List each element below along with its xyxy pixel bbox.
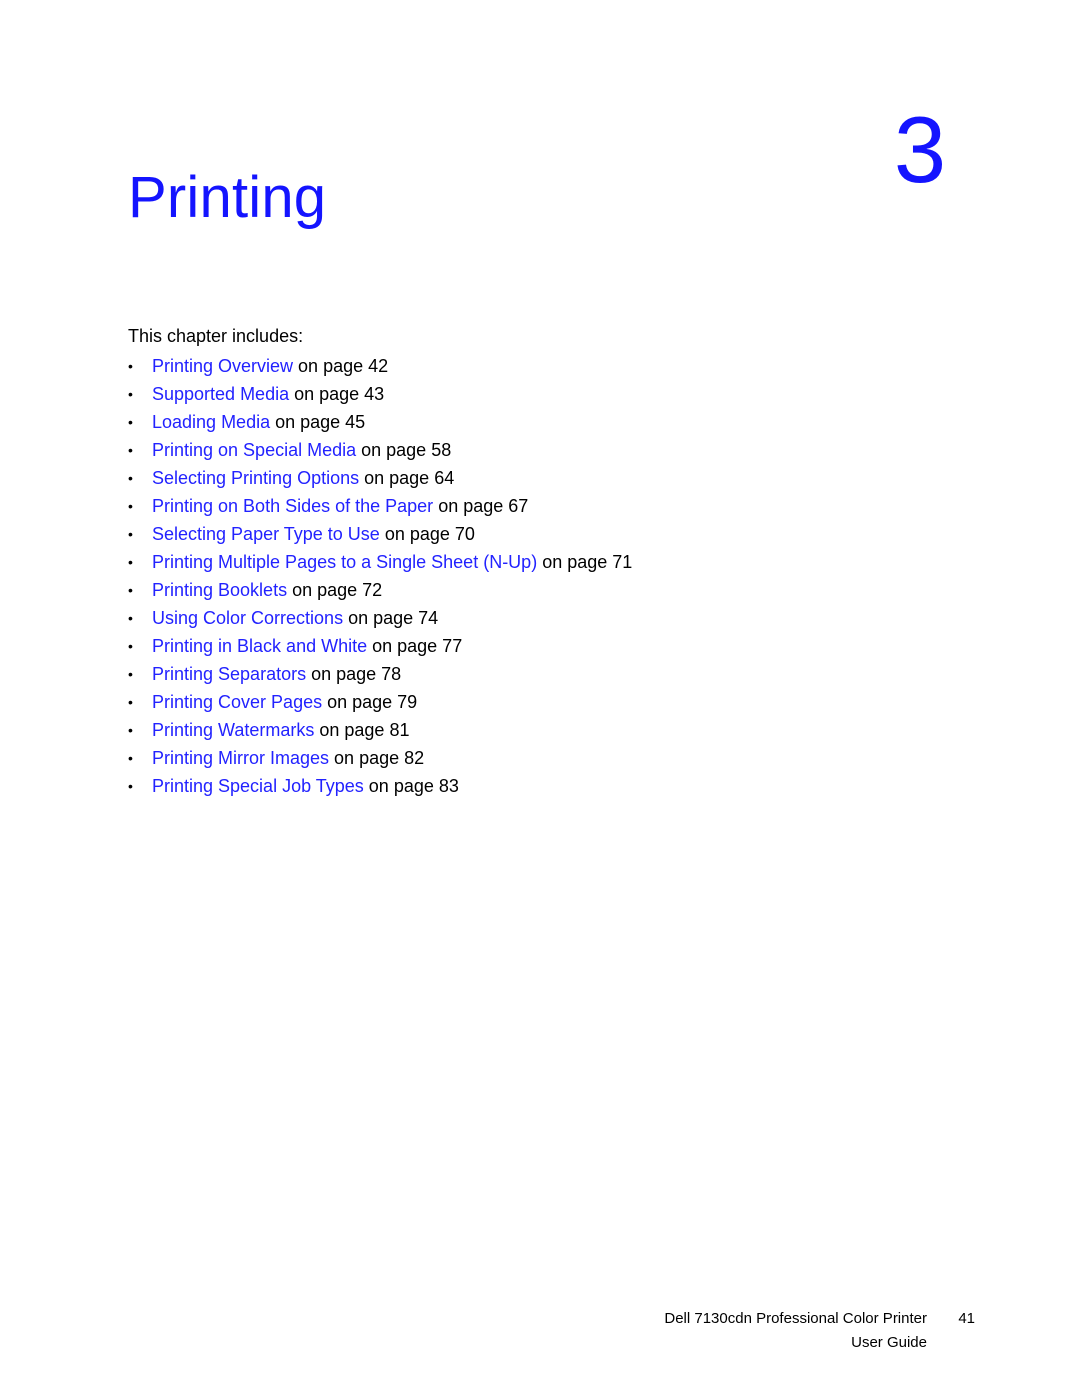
toc-link[interactable]: Printing Mirror Images [152,748,329,768]
toc-link[interactable]: Printing Cover Pages [152,692,322,712]
document-page: Printing 3 This chapter includes: • Prin… [0,0,1080,1397]
chapter-header: Printing 3 [128,100,975,250]
toc-link[interactable]: Printing Booklets [152,580,287,600]
chapter-contents-list: • Printing Overview on page 42 • Support… [128,352,948,800]
toc-page-ref: on page 43 [289,384,385,404]
toc-link[interactable]: Printing Watermarks [152,720,314,740]
toc-page-ref: on page 42 [293,356,389,376]
toc-page-ref: on page 82 [329,748,425,768]
footer-product-line: Dell 7130cdn Professional Color Printer 4… [455,1307,975,1331]
bullet-icon: • [128,442,133,458]
bullet-icon: • [128,666,133,682]
list-item: • Printing on Both Sides of the Paper on… [128,492,948,520]
list-item: • Printing Multiple Pages to a Single Sh… [128,548,948,576]
toc-page-ref: on page 58 [356,440,452,460]
footer-page-number: 41 [958,1310,975,1327]
toc-link[interactable]: Using Color Corrections [152,608,343,628]
toc-link[interactable]: Printing Multiple Pages to a Single Shee… [152,552,537,572]
bullet-icon: • [128,358,133,374]
bullet-icon: • [128,610,133,626]
list-item: • Selecting Paper Type to Use on page 70 [128,520,948,548]
list-item: • Printing Overview on page 42 [128,352,948,380]
toc-link[interactable]: Loading Media [152,412,270,432]
list-item: • Printing Mirror Images on page 82 [128,744,948,772]
toc-page-ref: on page 74 [343,608,439,628]
toc-page-ref: on page 72 [287,580,383,600]
list-item: • Supported Media on page 43 [128,380,948,408]
list-item: • Loading Media on page 45 [128,408,948,436]
footer-guide-label: User Guide [851,1334,927,1351]
list-item: • Printing Watermarks on page 81 [128,716,948,744]
bullet-icon: • [128,470,133,486]
bullet-icon: • [128,638,133,654]
toc-page-ref: on page 45 [270,412,366,432]
list-item: • Printing on Special Media on page 58 [128,436,948,464]
page-footer: Dell 7130cdn Professional Color Printer 4… [455,1307,975,1355]
list-item: • Printing Booklets on page 72 [128,576,948,604]
bullet-icon: • [128,386,133,402]
toc-page-ref: on page 78 [306,664,402,684]
toc-page-ref: on page 67 [433,496,529,516]
footer-product-name: Dell 7130cdn Professional Color Printer [664,1310,927,1327]
toc-page-ref: on page 71 [537,552,633,572]
toc-link[interactable]: Selecting Printing Options [152,468,359,488]
list-item: • Selecting Printing Options on page 64 [128,464,948,492]
toc-link[interactable]: Printing on Special Media [152,440,356,460]
toc-page-ref: on page 79 [322,692,418,712]
chapter-number: 3 [893,97,947,202]
list-item: • Printing Special Job Types on page 83 [128,772,948,800]
toc-page-ref: on page 64 [359,468,455,488]
toc-page-ref: on page 77 [367,636,463,656]
toc-page-ref: on page 83 [363,776,459,796]
bullet-icon: • [128,722,133,738]
toc-page-ref: on page 81 [314,720,410,740]
intro-text: This chapter includes: [128,326,304,346]
bullet-icon: • [128,778,133,794]
bullet-icon: • [128,554,133,570]
toc-link[interactable]: Supported Media [152,384,289,404]
toc-link[interactable]: Printing Separators [152,664,306,684]
list-item: • Using Color Corrections on page 74 [128,604,948,632]
toc-link[interactable]: Printing Overview [152,356,293,376]
bullet-icon: • [128,694,133,710]
toc-link[interactable]: Selecting Paper Type to Use [152,524,380,544]
bullet-icon: • [128,498,133,514]
toc-link[interactable]: Printing Special Job Types [152,776,364,796]
bullet-icon: • [128,582,133,598]
toc-link[interactable]: Printing on Both Sides of the Paper [152,496,433,516]
list-item: • Printing Cover Pages on page 79 [128,688,948,716]
toc-link[interactable]: Printing in Black and White [152,636,367,656]
list-item: • Printing Separators on page 78 [128,660,948,688]
bullet-icon: • [128,526,133,542]
bullet-icon: • [128,750,133,766]
page-title: Printing [128,164,327,230]
list-item: • Printing in Black and White on page 77 [128,632,948,660]
bullet-icon: • [128,414,133,430]
toc-page-ref: on page 70 [379,524,475,544]
